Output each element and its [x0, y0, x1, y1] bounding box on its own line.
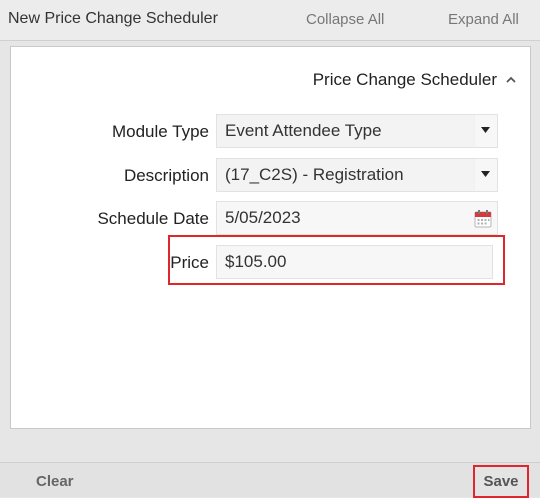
- expand-all-link[interactable]: Expand All: [448, 11, 519, 28]
- footer-bar: Clear Save: [0, 462, 540, 498]
- schedule-date-value: 5/05/2023: [225, 208, 301, 227]
- clear-button[interactable]: Clear: [36, 473, 74, 490]
- chevron-down-icon: [481, 171, 490, 177]
- page-title: New Price Change Scheduler: [8, 10, 218, 27]
- scheduler-panel: Price Change Scheduler Module Type Event…: [10, 46, 531, 429]
- description-label: Description: [123, 166, 209, 185]
- chevron-down-icon: [481, 127, 490, 133]
- module-type-value: Event Attendee Type: [217, 115, 475, 147]
- section-title[interactable]: Price Change Scheduler: [313, 70, 497, 90]
- price-label: Price: [170, 253, 209, 272]
- price-value: $105.00: [225, 252, 287, 271]
- schedule-date-label: Schedule Date: [97, 209, 209, 228]
- module-type-select[interactable]: Event Attendee Type: [216, 114, 498, 148]
- price-input[interactable]: $105.00: [216, 245, 493, 279]
- description-select[interactable]: (17_C2S) - Registration: [216, 158, 498, 192]
- description-value: (17_C2S) - Registration: [217, 159, 475, 191]
- module-type-label: Module Type: [111, 122, 209, 141]
- chevron-up-icon[interactable]: [504, 73, 518, 87]
- schedule-date-input[interactable]: 5/05/2023: [216, 201, 498, 235]
- app-header: New Price Change Scheduler Collapse All …: [0, 0, 540, 41]
- save-button[interactable]: Save: [473, 465, 529, 498]
- collapse-all-link[interactable]: Collapse All: [306, 11, 384, 28]
- calendar-icon[interactable]: [474, 209, 492, 228]
